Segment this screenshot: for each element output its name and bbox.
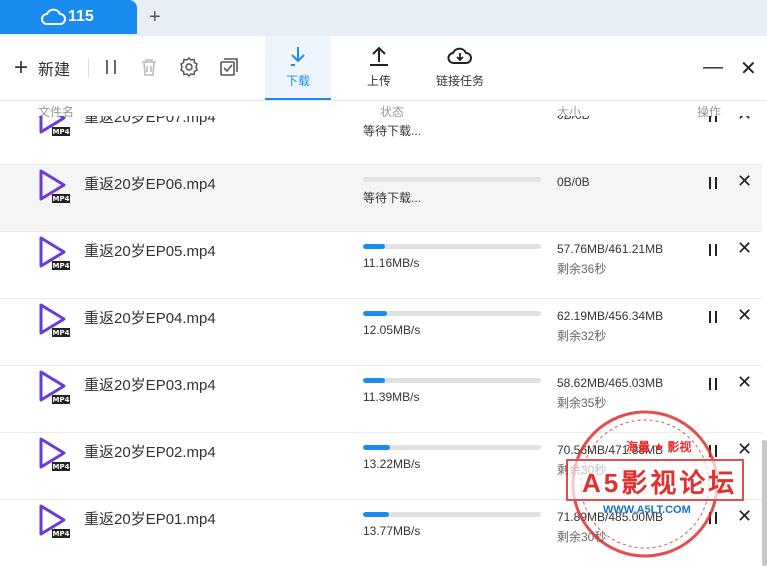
- pause-icon[interactable]: [706, 310, 720, 324]
- plus-icon: +: [14, 54, 29, 81]
- video-file-icon: MP4: [39, 370, 70, 404]
- download-status: 11.39MB/s: [363, 390, 420, 404]
- file-type-badge: MP4: [53, 530, 70, 538]
- pause-icon[interactable]: [706, 377, 720, 391]
- file-size: 62.19MB/456.34MB: [557, 309, 664, 323]
- progress-bar: [363, 177, 541, 182]
- nav-download[interactable]: 下载: [265, 36, 331, 100]
- settings-icon[interactable]: [178, 56, 200, 78]
- video-file-icon: MP4: [39, 116, 70, 136]
- nav-upload[interactable]: 上传: [346, 36, 412, 100]
- trash-icon[interactable]: [138, 56, 160, 78]
- download-status: 12.05MB/s: [363, 323, 421, 337]
- download-status: 等待下载...: [363, 124, 422, 138]
- progress-fill: [363, 445, 390, 450]
- pause-icon[interactable]: [706, 176, 720, 190]
- time-remaining: 剩余36秒: [557, 262, 607, 276]
- progress-bar: [363, 512, 541, 517]
- file-name: 重返20岁EP05.mp4: [84, 243, 216, 260]
- file-type-badge: MP4: [53, 329, 70, 337]
- watermark-line3: WWW.A5LT.COM: [603, 504, 691, 516]
- nav-upload-label: 上传: [366, 74, 391, 88]
- tab-bar: 115 +: [0, 0, 767, 36]
- video-file-icon: MP4: [39, 303, 70, 337]
- new-tab-button[interactable]: +: [149, 6, 161, 28]
- nav-download-label: 下载: [285, 74, 310, 88]
- file-type-badge: MP4: [53, 396, 70, 404]
- download-icon: [291, 47, 305, 66]
- pause-icon[interactable]: [706, 243, 720, 257]
- progress-fill: [363, 378, 386, 383]
- progress-fill: [363, 512, 390, 517]
- pause-icon[interactable]: [706, 116, 720, 123]
- progress-bar: [363, 311, 541, 316]
- cloud-download-icon: [447, 47, 472, 64]
- download-row[interactable]: MP4 重返20岁EP05.mp4 11.16MB/s 57.76MB/461.…: [0, 232, 762, 299]
- video-file-icon: MP4: [39, 169, 70, 203]
- file-name: 重返20岁EP04.mp4: [84, 310, 216, 327]
- watermark-line1: 海量 ★ 影视: [626, 440, 692, 454]
- new-button-label: 新建: [38, 62, 71, 79]
- file-name: 重返20岁EP07.mp4: [84, 116, 216, 126]
- download-status: 11.16MB/s: [363, 256, 420, 270]
- file-name: 重返20岁EP06.mp4: [84, 176, 216, 193]
- file-size: 0B/0B: [557, 116, 590, 122]
- remove-task-button[interactable]: ✕: [737, 172, 752, 190]
- upload-icon: [370, 46, 388, 66]
- file-size: 57.76MB/461.21MB: [557, 242, 664, 256]
- file-name: 重返20岁EP01.mp4: [84, 511, 216, 528]
- time-remaining: 剩余32秒: [557, 329, 607, 343]
- remove-task-button[interactable]: ✕: [737, 306, 752, 324]
- video-file-icon: MP4: [39, 504, 70, 538]
- file-size: 0B/0B: [557, 175, 590, 189]
- progress-bar: [363, 244, 541, 249]
- nav-link-tasks[interactable]: 链接任务: [424, 36, 496, 100]
- progress-bar: [363, 445, 541, 450]
- file-type-badge: MP4: [53, 195, 70, 203]
- download-row[interactable]: MP4 重返20岁EP04.mp4 12.05MB/s 62.19MB/456.…: [0, 299, 762, 366]
- remove-task-button[interactable]: ✕: [737, 373, 752, 391]
- toolbar: + 新建 下载 上传 链接任务 — ✕: [0, 36, 767, 101]
- tab-115[interactable]: 115: [0, 0, 137, 34]
- scrollbar[interactable]: [762, 440, 767, 566]
- file-type-badge: MP4: [53, 463, 70, 471]
- remove-task-button[interactable]: ✕: [737, 239, 752, 257]
- video-file-icon: MP4: [39, 437, 70, 471]
- progress-fill: [363, 311, 388, 316]
- tab-label: 115: [68, 8, 94, 25]
- nav-link-tasks-label: 链接任务: [435, 74, 484, 88]
- close-window-button[interactable]: ✕: [740, 56, 757, 81]
- watermark-line2: A5影视论坛: [582, 468, 738, 498]
- file-name: 重返20岁EP02.mp4: [84, 444, 216, 461]
- download-row[interactable]: MP4 重返20岁EP06.mp4 等待下载... 0B/0B ✕: [0, 165, 762, 232]
- video-file-icon: MP4: [39, 236, 70, 270]
- file-type-badge: MP4: [53, 262, 70, 270]
- progress-bar: [363, 378, 541, 383]
- download-status: 13.22MB/s: [363, 457, 421, 471]
- progress-fill: [363, 244, 386, 249]
- toolbar-divider: [88, 58, 89, 78]
- remove-task-button[interactable]: ✕: [737, 116, 752, 123]
- cloud-icon: [41, 8, 66, 25]
- file-type-badge: MP4: [53, 128, 70, 136]
- new-button[interactable]: + 新建: [14, 56, 70, 80]
- pause-all-icon[interactable]: [100, 56, 122, 78]
- file-size: 58.62MB/465.03MB: [557, 376, 664, 390]
- file-name: 重返20岁EP03.mp4: [84, 377, 216, 394]
- select-all-icon[interactable]: [218, 56, 240, 78]
- minimize-button[interactable]: —: [703, 56, 723, 79]
- download-status: 13.77MB/s: [363, 524, 421, 538]
- download-status: 等待下载...: [363, 191, 422, 205]
- download-row[interactable]: MP4 重返20岁EP07.mp4 等待下载... 0B/0B ✕: [0, 116, 762, 165]
